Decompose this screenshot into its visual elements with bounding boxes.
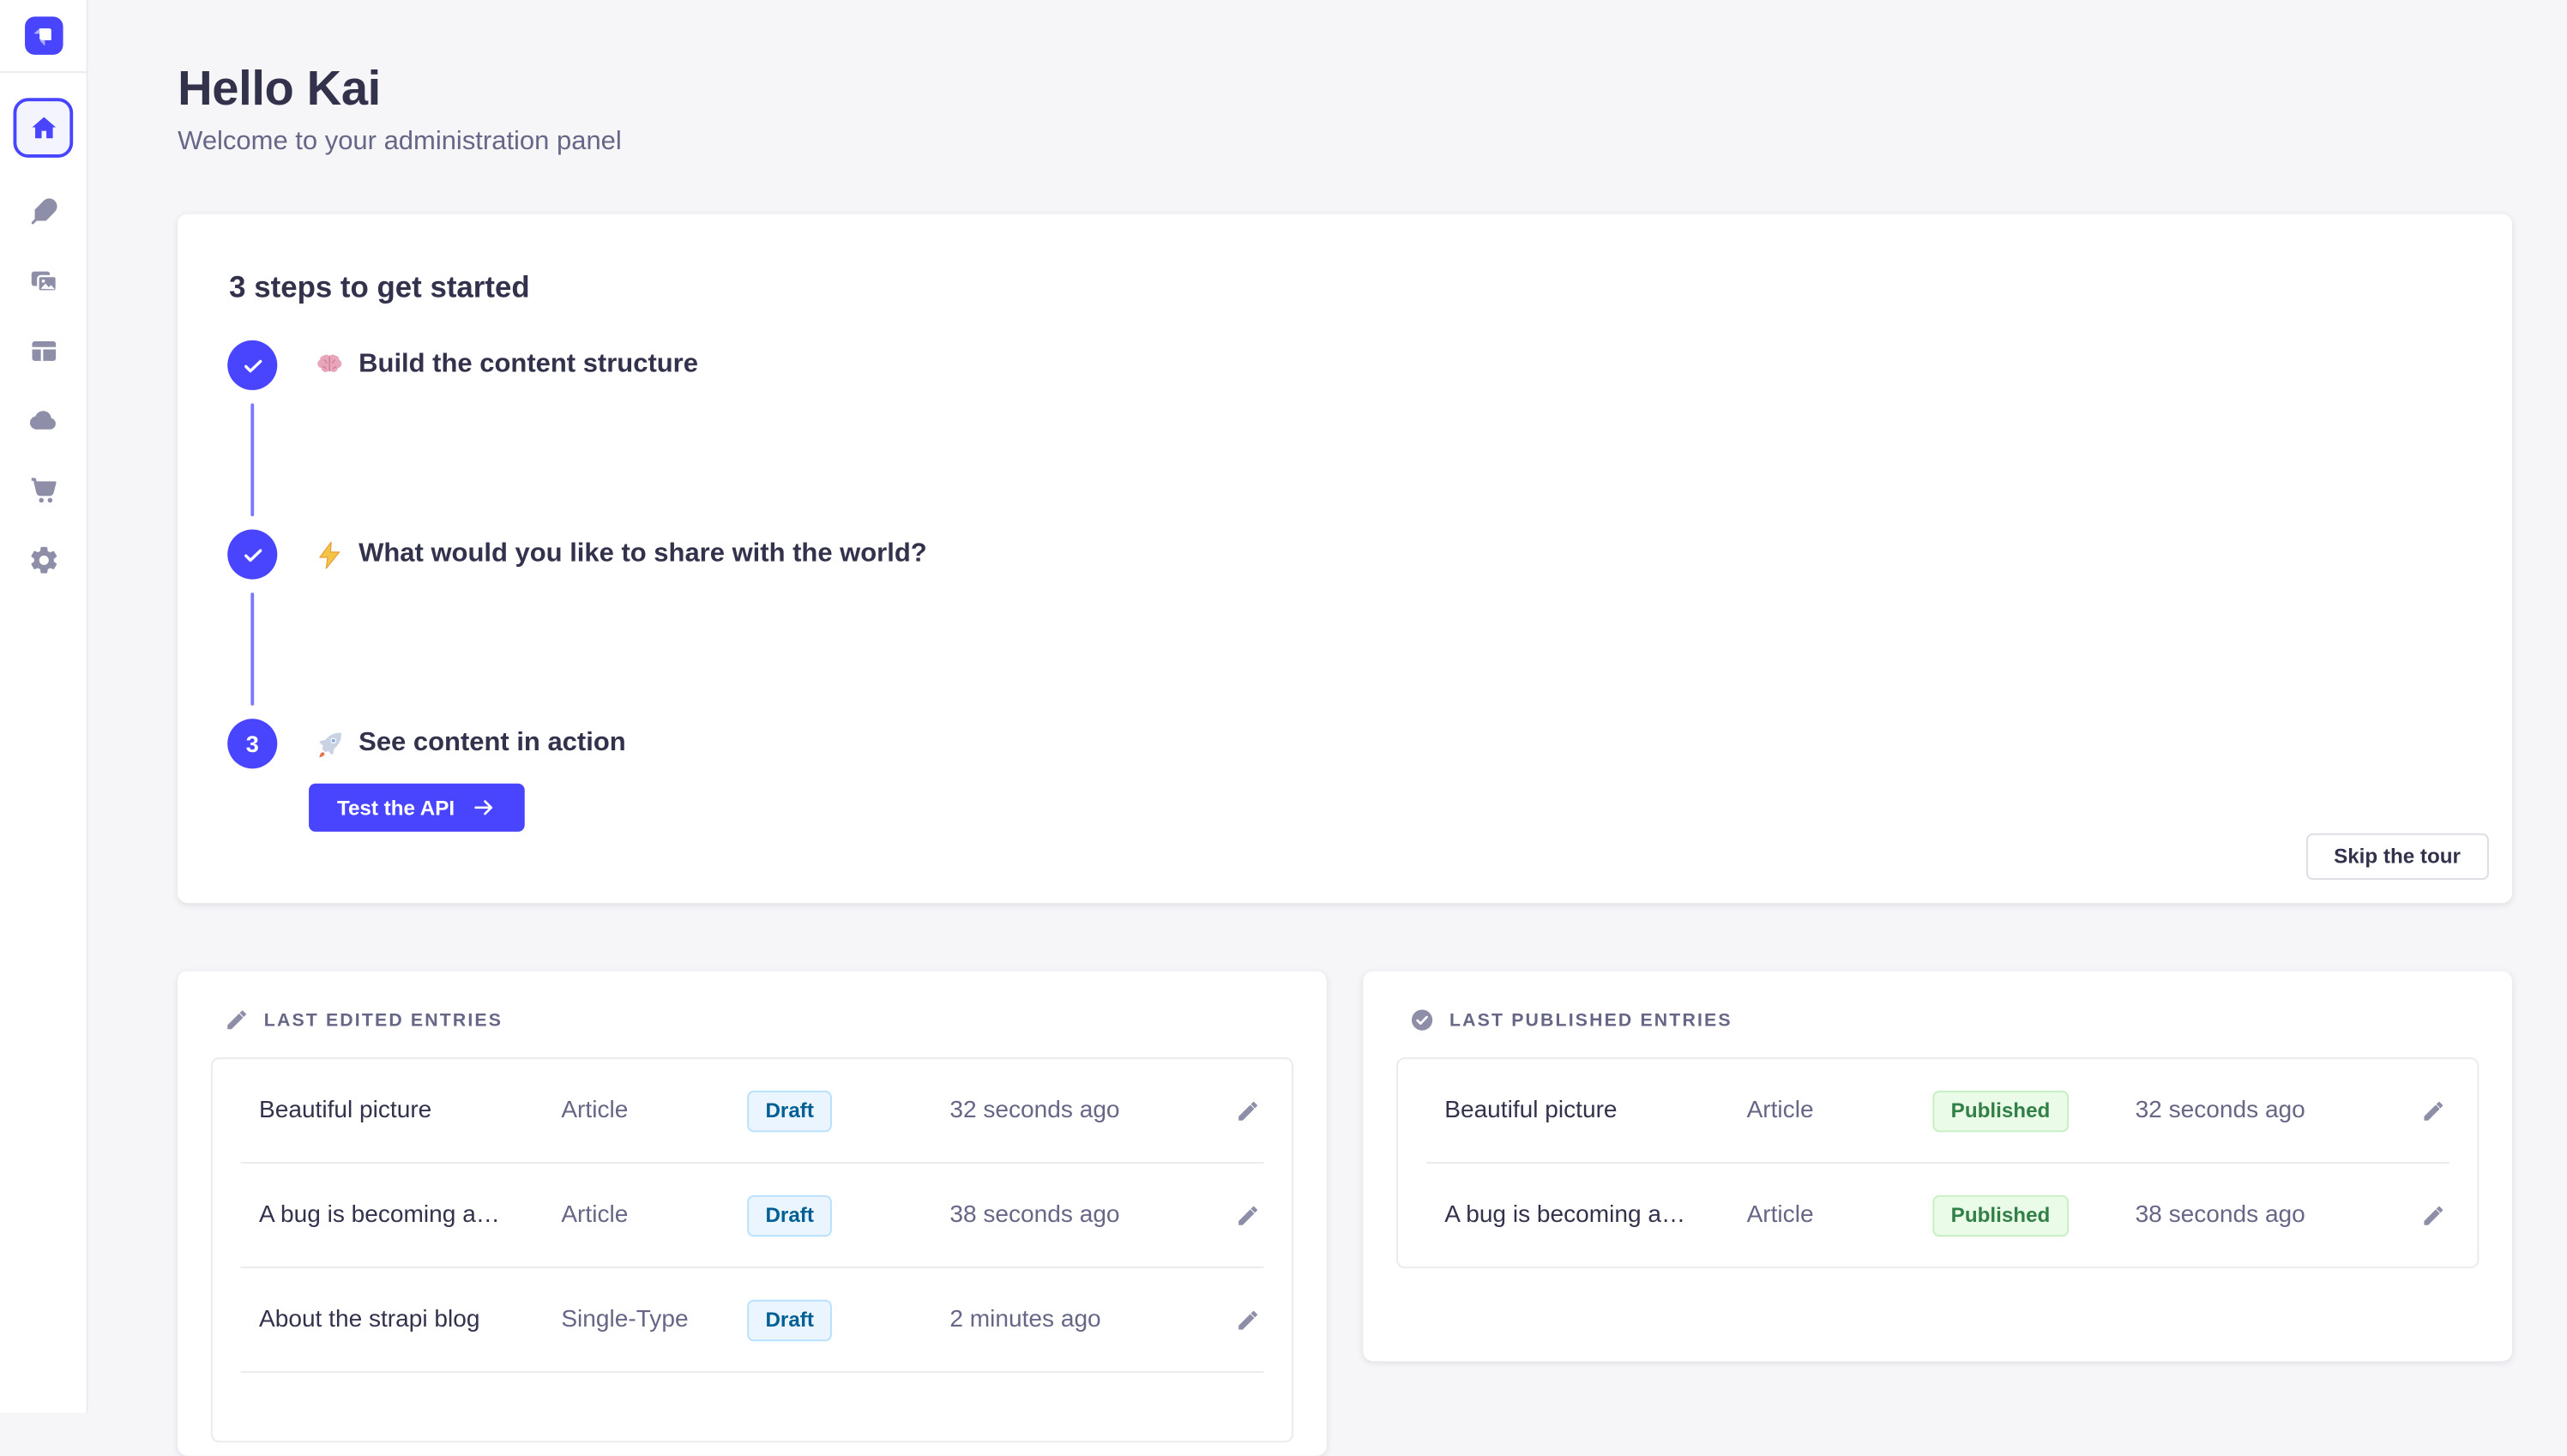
sidebar-item-marketplace[interactable]: [27, 473, 60, 507]
check-icon: [240, 542, 265, 567]
skip-tour-button[interactable]: Skip the tour: [2305, 833, 2489, 880]
edit-entry-button[interactable]: [1224, 1192, 1270, 1238]
entry-time: 32 seconds ago: [949, 1098, 1202, 1124]
feather-icon: [27, 195, 59, 226]
tour-step-1: Build the content structure: [227, 340, 698, 390]
step-connector-line: [250, 403, 254, 516]
entry-time: 32 seconds ago: [2136, 1098, 2388, 1124]
logo-container: [0, 0, 87, 73]
entry-title: A bug is becoming a…: [259, 1202, 561, 1229]
step-completed-badge: [227, 340, 277, 390]
guided-tour-card: 3 steps to get started: [178, 214, 2512, 903]
zap-emoji-icon: [314, 538, 346, 570]
edit-entry-button[interactable]: [1224, 1087, 1270, 1134]
tour-step-3: 3 See content in action: [227, 719, 625, 768]
status-badge: Draft: [747, 1194, 832, 1236]
edit-entry-button[interactable]: [2409, 1192, 2456, 1238]
table-row: A bug is becoming a… Article Published 3…: [1398, 1164, 2477, 1266]
edit-entry-button[interactable]: [2409, 1087, 2456, 1134]
gear-icon: [27, 544, 59, 575]
entry-type: Article: [561, 1202, 747, 1229]
last-edited-table: Beautiful picture Article Draft 32 secon…: [211, 1057, 1293, 1442]
test-api-label: Test the API: [337, 796, 455, 819]
step-number-badge: 3: [227, 719, 277, 768]
pencil-icon: [1234, 1098, 1259, 1123]
main-navigation-sidebar: [0, 0, 88, 1411]
status-badge: Draft: [747, 1299, 832, 1340]
entry-type: Article: [1747, 1202, 1933, 1229]
entry-time: 38 seconds ago: [949, 1202, 1202, 1229]
pencil-icon: [1234, 1308, 1259, 1333]
edit-entry-button[interactable]: [1224, 1297, 1270, 1343]
sidebar-item-deploy[interactable]: [27, 403, 60, 436]
step-label: See content in action: [359, 729, 626, 759]
status-badge: Draft: [747, 1090, 832, 1131]
row-divider: [241, 1371, 1264, 1373]
page-header: Hello Kai Welcome to your administration…: [178, 65, 2512, 158]
brain-emoji-icon: [314, 350, 346, 382]
entry-title: About the strapi blog: [259, 1307, 561, 1333]
sidebar-item-media-library[interactable]: [27, 264, 60, 298]
rocket-emoji-icon: [314, 728, 346, 760]
page-subtitle: Welcome to your administration panel: [178, 128, 2512, 158]
table-row: Beautiful picture Article Draft 32 secon…: [213, 1059, 1292, 1162]
entry-type: Article: [561, 1098, 747, 1124]
check-circle-icon: [1410, 1008, 1435, 1032]
last-published-heading: LAST PUBLISHED ENTRIES: [1363, 972, 2512, 1033]
table-row: Beautiful picture Article Published 32 s…: [1398, 1059, 2477, 1162]
main-content: Hello Kai Welcome to your administration…: [88, 0, 2567, 1411]
cloud-icon: [27, 404, 59, 436]
strapi-admin-dashboard: Hello Kai Welcome to your administration…: [0, 0, 2567, 1411]
step-number: 3: [246, 731, 259, 757]
pencil-icon: [2420, 1203, 2445, 1228]
entry-title: Beautiful picture: [1444, 1098, 1746, 1124]
pictures-icon: [27, 265, 59, 297]
status-badge: Published: [1932, 1090, 2068, 1131]
pencil-icon: [224, 1008, 249, 1032]
sidebar-item-content-manager[interactable]: [27, 195, 60, 228]
entry-title: A bug is becoming a…: [1444, 1202, 1746, 1229]
layout-icon: [27, 334, 59, 366]
tour-step-2: What would you like to share with the wo…: [227, 530, 926, 580]
status-badge: Published: [1932, 1194, 2068, 1236]
section-heading: LAST PUBLISHED ENTRIES: [1449, 1010, 1732, 1030]
table-row: A bug is becoming a… Article Draft 38 se…: [213, 1164, 1292, 1266]
page-title: Hello Kai: [178, 65, 2512, 117]
test-api-button[interactable]: Test the API: [309, 784, 524, 832]
strapi-logo-icon: [29, 21, 57, 50]
home-icon: [27, 112, 59, 144]
arrow-right-icon: [471, 795, 496, 820]
step-label: Build the content structure: [359, 350, 698, 380]
step-connector-line: [250, 593, 254, 706]
entry-title: Beautiful picture: [259, 1098, 561, 1124]
sidebar-item-settings[interactable]: [27, 543, 60, 576]
table-row: About the strapi blog Single-Type Draft …: [213, 1268, 1292, 1371]
entry-type: Single-Type: [561, 1307, 747, 1333]
section-heading: LAST EDITED ENTRIES: [264, 1010, 503, 1030]
step-label: What would you like to share with the wo…: [359, 539, 927, 569]
last-edited-entries-card: LAST EDITED ENTRIES Beautiful picture Ar…: [178, 972, 1327, 1456]
guided-tour-title: 3 steps to get started: [229, 271, 529, 306]
last-published-table: Beautiful picture Article Published 32 s…: [1396, 1057, 2479, 1268]
entry-time: 38 seconds ago: [2136, 1202, 2388, 1229]
sidebar-item-home[interactable]: [13, 98, 73, 158]
pencil-icon: [1234, 1203, 1259, 1228]
entry-time: 2 minutes ago: [949, 1307, 1202, 1333]
strapi-logo[interactable]: [24, 16, 63, 55]
cart-icon: [27, 474, 59, 506]
last-published-entries-card: LAST PUBLISHED ENTRIES Beautiful picture…: [1363, 972, 2512, 1362]
pencil-icon: [2420, 1098, 2445, 1123]
entry-type: Article: [1747, 1098, 1933, 1124]
sidebar-item-content-type-builder[interactable]: [27, 334, 60, 367]
last-edited-heading: LAST EDITED ENTRIES: [178, 972, 1327, 1033]
check-icon: [240, 352, 265, 377]
entries-section: LAST EDITED ENTRIES Beautiful picture Ar…: [178, 972, 2512, 1456]
step-completed-badge: [227, 530, 277, 580]
